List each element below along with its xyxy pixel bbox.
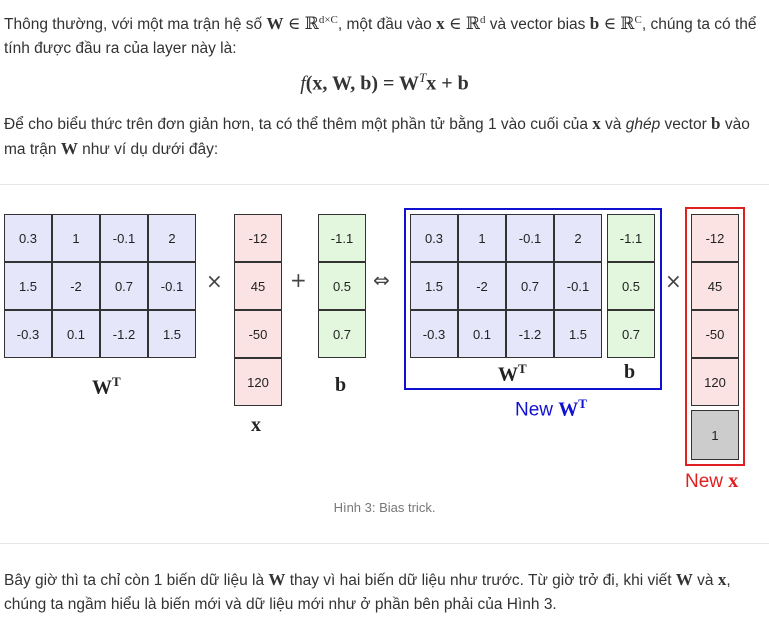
equivalence-sign: ⇔ bbox=[373, 268, 390, 292]
math-W: W bbox=[268, 570, 286, 589]
label-b: b bbox=[335, 374, 347, 396]
text: thay vì hai biến dữ liệu như trước. Từ g… bbox=[285, 572, 676, 589]
times-sign: × bbox=[206, 269, 223, 293]
label-WT-right: WT bbox=[498, 361, 527, 386]
x-cell: 120 bbox=[691, 358, 739, 406]
x-cell: -12 bbox=[234, 214, 282, 262]
w-cell: 0.3 bbox=[4, 214, 52, 262]
x-cell: -50 bbox=[691, 310, 739, 358]
w-cell: -2 bbox=[52, 262, 100, 310]
x-cell: -50 bbox=[234, 310, 282, 358]
divider-bottom bbox=[0, 543, 769, 544]
w-cell: -0.1 bbox=[100, 214, 148, 262]
plus-sign: + bbox=[290, 268, 307, 292]
figure-caption: Hình 3: Bias trick. bbox=[333, 500, 436, 515]
b-cell: 0.5 bbox=[318, 262, 366, 310]
x-cell: 45 bbox=[691, 262, 739, 310]
w-cell: 0.7 bbox=[100, 262, 148, 310]
w-cell: -0.3 bbox=[4, 310, 52, 358]
w-cell: 2 bbox=[148, 214, 196, 262]
w-cell: 1.5 bbox=[554, 310, 602, 358]
text: Bây giờ thì ta chỉ còn 1 biến dữ liệu là bbox=[4, 572, 269, 589]
w-cell: 0.1 bbox=[52, 310, 100, 358]
w-cell: -2 bbox=[458, 262, 506, 310]
x-cell: -12 bbox=[691, 214, 739, 262]
b-cell: -1.1 bbox=[607, 214, 655, 262]
w-cell: -0.1 bbox=[148, 262, 196, 310]
w-cell: 1.5 bbox=[148, 310, 196, 358]
times-sign-right: × bbox=[665, 269, 682, 293]
w-cell: 1.5 bbox=[410, 262, 458, 310]
label-new-W: New WT bbox=[515, 396, 587, 421]
math-W: W bbox=[675, 570, 693, 589]
w-cell: 0.3 bbox=[410, 214, 458, 262]
label-x: x bbox=[251, 414, 261, 436]
w-cell: -0.1 bbox=[554, 262, 602, 310]
b-cell: -1.1 bbox=[318, 214, 366, 262]
w-cell: 2 bbox=[554, 214, 602, 262]
w-cell: -0.1 bbox=[506, 214, 554, 262]
w-cell: 1 bbox=[458, 214, 506, 262]
x-cell: 45 bbox=[234, 262, 282, 310]
label-WT: WT bbox=[92, 374, 121, 399]
w-cell: 1.5 bbox=[4, 262, 52, 310]
bias-trick-figure: 0.3 1 -0.1 2 1.5 -2 0.7 -0.1 -0.3 0.1 -1.2 1.5 WT ×… bbox=[0, 0, 769, 635]
b-cell: 0.7 bbox=[318, 310, 366, 358]
w-cell: -1.2 bbox=[506, 310, 554, 358]
text: và bbox=[692, 572, 718, 589]
label-b-right: b bbox=[624, 361, 636, 383]
w-cell: 1 bbox=[52, 214, 100, 262]
w-cell: 0.7 bbox=[506, 262, 554, 310]
w-cell: -0.3 bbox=[410, 310, 458, 358]
appended-one-cell: 1 bbox=[691, 410, 739, 460]
w-cell: 0.1 bbox=[458, 310, 506, 358]
conclusion-paragraph: Bây giờ thì ta chỉ còn 1 biến dữ liệu là… bbox=[4, 568, 760, 617]
w-cell: -1.2 bbox=[100, 310, 148, 358]
b-cell: 0.7 bbox=[607, 310, 655, 358]
label-new-x: New x bbox=[685, 470, 739, 492]
x-cell: 120 bbox=[234, 358, 282, 406]
b-cell: 0.5 bbox=[607, 262, 655, 310]
